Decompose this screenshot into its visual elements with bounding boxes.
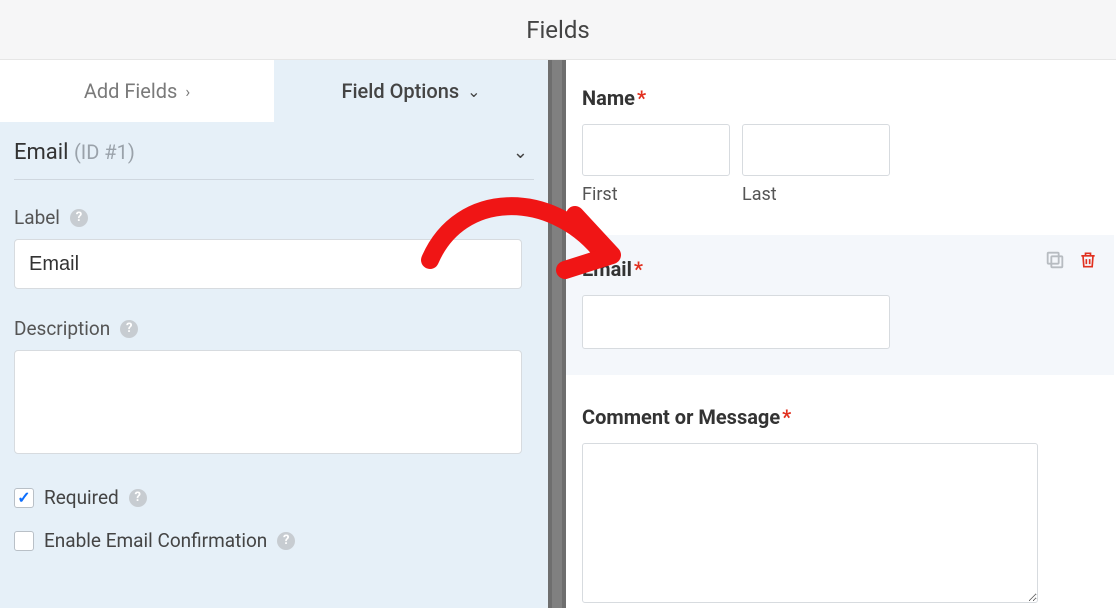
help-icon[interactable]: ? xyxy=(120,320,138,338)
description-input[interactable] xyxy=(14,350,522,454)
confirm-row[interactable]: Enable Email Confirmation ? xyxy=(14,529,534,552)
label-caption-row: Label ? xyxy=(14,206,534,229)
description-caption: Description xyxy=(14,317,110,340)
email-input[interactable] xyxy=(582,295,890,349)
main-layout: Add Fields › Field Options ⌄ Email (ID #… xyxy=(0,60,1116,608)
email-label: Email* xyxy=(582,257,1098,281)
email-field-selected[interactable]: Email* xyxy=(566,235,1114,375)
checkbox-checked-icon[interactable]: ✓ xyxy=(14,488,34,508)
chevron-down-icon: ⌄ xyxy=(513,142,534,163)
first-name-col: First xyxy=(582,124,730,205)
last-sublabel: Last xyxy=(742,184,890,205)
name-field[interactable]: Name* First Last xyxy=(582,86,1098,205)
field-name: Email xyxy=(14,140,68,165)
name-label: Name* xyxy=(582,86,1098,110)
required-caption: Required xyxy=(44,486,119,509)
duplicate-icon[interactable] xyxy=(1044,249,1066,271)
help-icon[interactable]: ? xyxy=(70,209,88,227)
help-icon[interactable]: ? xyxy=(277,532,295,550)
chevron-down-icon: ⌄ xyxy=(467,82,480,101)
checkbox-unchecked-icon[interactable] xyxy=(14,531,34,551)
tab-label: Field Options xyxy=(341,79,459,103)
form-preview: Name* First Last xyxy=(566,60,1116,608)
last-name-col: Last xyxy=(742,124,890,205)
trash-icon[interactable] xyxy=(1078,249,1098,271)
required-row[interactable]: ✓ Required ? xyxy=(14,486,534,509)
tab-label: Add Fields xyxy=(84,79,178,103)
required-asterisk: * xyxy=(634,257,643,281)
name-row: First Last xyxy=(582,124,1098,205)
first-name-input[interactable] xyxy=(582,124,730,176)
panel-header[interactable]: Email (ID #1) ⌄ xyxy=(14,140,534,180)
description-caption-row: Description ? xyxy=(14,317,534,340)
description-group: Description ? xyxy=(14,317,534,458)
page-title: Fields xyxy=(526,16,590,44)
message-label: Comment or Message* xyxy=(582,405,1098,429)
last-name-input[interactable] xyxy=(742,124,890,176)
field-options-panel: Email (ID #1) ⌄ Label ? Description ? xyxy=(0,122,548,572)
label-input[interactable] xyxy=(14,239,522,289)
page-header: Fields xyxy=(0,0,1116,60)
tab-field-options[interactable]: Field Options ⌄ xyxy=(274,60,548,122)
required-asterisk: * xyxy=(782,405,791,429)
help-icon[interactable]: ? xyxy=(129,489,147,507)
confirm-caption: Enable Email Confirmation xyxy=(44,529,267,552)
sidebar: Add Fields › Field Options ⌄ Email (ID #… xyxy=(0,60,548,608)
sidebar-tabs: Add Fields › Field Options ⌄ xyxy=(0,60,548,122)
label-group: Label ? xyxy=(14,206,534,289)
first-sublabel: First xyxy=(582,184,730,205)
required-asterisk: * xyxy=(637,86,646,110)
chevron-right-icon: › xyxy=(185,82,190,101)
panel-title: Email (ID #1) xyxy=(14,140,135,165)
field-action-icons xyxy=(1044,249,1098,271)
message-textarea[interactable] xyxy=(582,443,1038,603)
tab-add-fields[interactable]: Add Fields › xyxy=(0,60,274,122)
pane-divider[interactable] xyxy=(548,60,566,608)
message-field[interactable]: Comment or Message* xyxy=(582,405,1098,607)
field-id: (ID #1) xyxy=(74,140,135,164)
label-caption: Label xyxy=(14,206,60,229)
